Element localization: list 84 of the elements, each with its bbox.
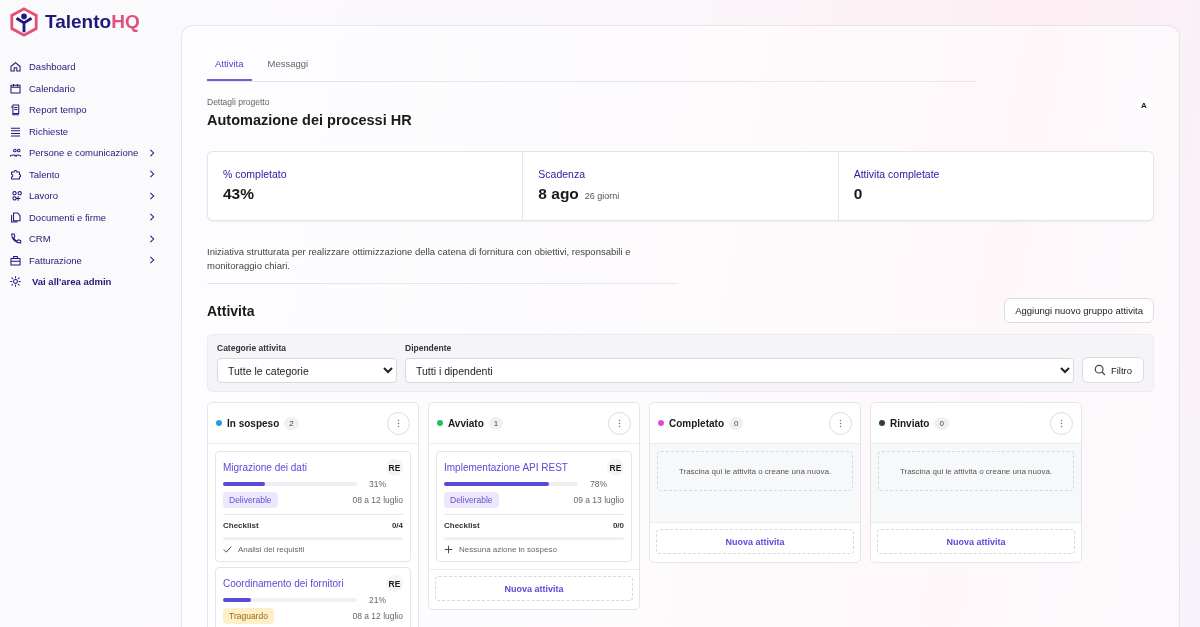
check-icon (223, 545, 232, 554)
search-icon (1093, 364, 1106, 376)
checklist-label: Checklist (223, 521, 259, 530)
project-description: Iniziativa strutturata per realizzare ottimizzazione della catena di fornitura con obiettivi, responsabili e monitoraggio chiari. (207, 245, 677, 284)
column-title: Rinviato (890, 417, 930, 429)
task-card[interactable]: Migrazione dei dati RE 31% Deliverable 08 a 12 luglio Checklist 0/4 Analisi dei requisiti (215, 451, 411, 562)
checklist-count: 0/4 (391, 521, 403, 530)
filter-select[interactable]: Tutti i dipendenti (405, 358, 1074, 383)
assignee-badge: RE (386, 575, 403, 592)
more-button[interactable] (387, 411, 410, 435)
progress-percent: 21% (369, 595, 386, 605)
sidebar-item[interactable]: CRM (9, 228, 181, 250)
more-button[interactable] (829, 411, 852, 435)
checklist-item: Analisi dei requisiti (238, 545, 305, 554)
task-tag: Deliverable (444, 492, 499, 508)
section-title: Attivita (207, 302, 255, 319)
section-caption: Dettagli progetto (207, 97, 271, 107)
stat-note: 26 giorni (584, 191, 620, 201)
new-activity-button[interactable]: Nuova attivita (435, 576, 633, 601)
task-dates: 09 a 13 luglio (573, 495, 624, 505)
checklist-label: Checklist (444, 521, 480, 530)
stat-label: Attivita completate (853, 168, 941, 180)
brand-name: TalentoHQ (45, 11, 140, 33)
home-icon (9, 60, 22, 74)
plus-icon (444, 545, 453, 554)
new-activity-button[interactable]: Nuova attivita (877, 529, 1075, 554)
empty-hint: Trascina qui le attivita o creane una nuova. (678, 466, 832, 476)
task-card[interactable]: Coordinamento dei fornitori RE 21% Traguardo 08 a 12 luglio (215, 567, 411, 627)
task-dates: 08 a 12 luglio (352, 611, 403, 621)
new-activity-button[interactable]: Nuova attivita (656, 529, 854, 554)
more-button[interactable] (608, 411, 631, 435)
count-badge: 1 (488, 416, 504, 430)
stat-value: 0 (853, 185, 863, 203)
task-card[interactable]: Implementazione API REST RE 78% Deliverable 09 a 13 luglio Checklist 0/0 Nessuna azione in sospeso (436, 451, 632, 562)
stat-value: 43% (223, 185, 255, 203)
stat-label: Scadenza (538, 168, 587, 180)
avatar: A (1136, 97, 1152, 113)
checklist-count: 0/0 (612, 521, 624, 530)
task-title: Coordinamento dei fornitori (223, 578, 344, 589)
assignee-badge: RE (386, 459, 403, 476)
column-title: Avviato (448, 417, 484, 429)
task-tag: Traguardo (223, 608, 274, 624)
filter-button[interactable]: Filtro (1081, 357, 1144, 383)
filter-label: Dipendente (405, 343, 453, 353)
logo-icon (9, 6, 39, 38)
assignee-badge: RE (607, 459, 624, 476)
report-icon (9, 103, 22, 117)
case-icon (9, 253, 22, 267)
grid-icon (9, 189, 22, 203)
more-button[interactable] (1050, 411, 1073, 435)
task-dates: 08 a 12 luglio (352, 495, 403, 505)
stat-value: 8 ago (538, 185, 579, 203)
count-badge: 0 (934, 416, 949, 430)
count-badge: 0 (729, 416, 744, 430)
task-title: Migrazione dei dati (223, 462, 307, 473)
stat-label: % completato (223, 168, 288, 180)
count-badge: 2 (284, 416, 299, 430)
empty-hint: Trascina qui le attivita o creane una nuova. (899, 466, 1053, 476)
sidebar-item[interactable]: Talento (9, 163, 181, 185)
calendar-icon (9, 81, 22, 95)
tab[interactable]: Messaggi (259, 52, 317, 81)
sidebar-item[interactable]: Fatturazione (9, 249, 181, 271)
docs-icon (9, 210, 22, 224)
task-title: Implementazione API REST (444, 462, 568, 473)
phone-icon (9, 232, 22, 246)
sidebar-item[interactable]: Report tempo (9, 99, 181, 121)
column-title: In sospeso (227, 417, 280, 429)
filter-label: Categorie attivita (217, 343, 287, 353)
add-group-button[interactable]: Aggiungi nuovo gruppo attivita (1004, 298, 1154, 323)
tab[interactable]: Attivita (207, 52, 252, 81)
sidebar-item[interactable]: Documenti e firme (9, 206, 181, 228)
task-tag: Deliverable (223, 492, 278, 508)
sidebar-item[interactable]: Persone e comunicazione (9, 142, 181, 164)
project-title: Automazione dei processi HR (207, 112, 412, 128)
column-title: Completato (669, 417, 724, 429)
progress-percent: 78% (590, 479, 607, 489)
filter-select[interactable]: Tutte le categorie (217, 358, 397, 383)
checklist-item: Nessuna azione in sospeso (459, 545, 557, 554)
sidebar-item[interactable]: Vai all'area admin (9, 271, 181, 293)
sidebar-item[interactable]: Richieste (9, 120, 181, 142)
sidebar-item[interactable]: Lavoro (9, 185, 181, 207)
sidebar-item[interactable]: Calendario (9, 77, 181, 99)
progress-percent: 31% (369, 479, 386, 489)
sidebar-item[interactable]: Dashboard (9, 56, 181, 78)
